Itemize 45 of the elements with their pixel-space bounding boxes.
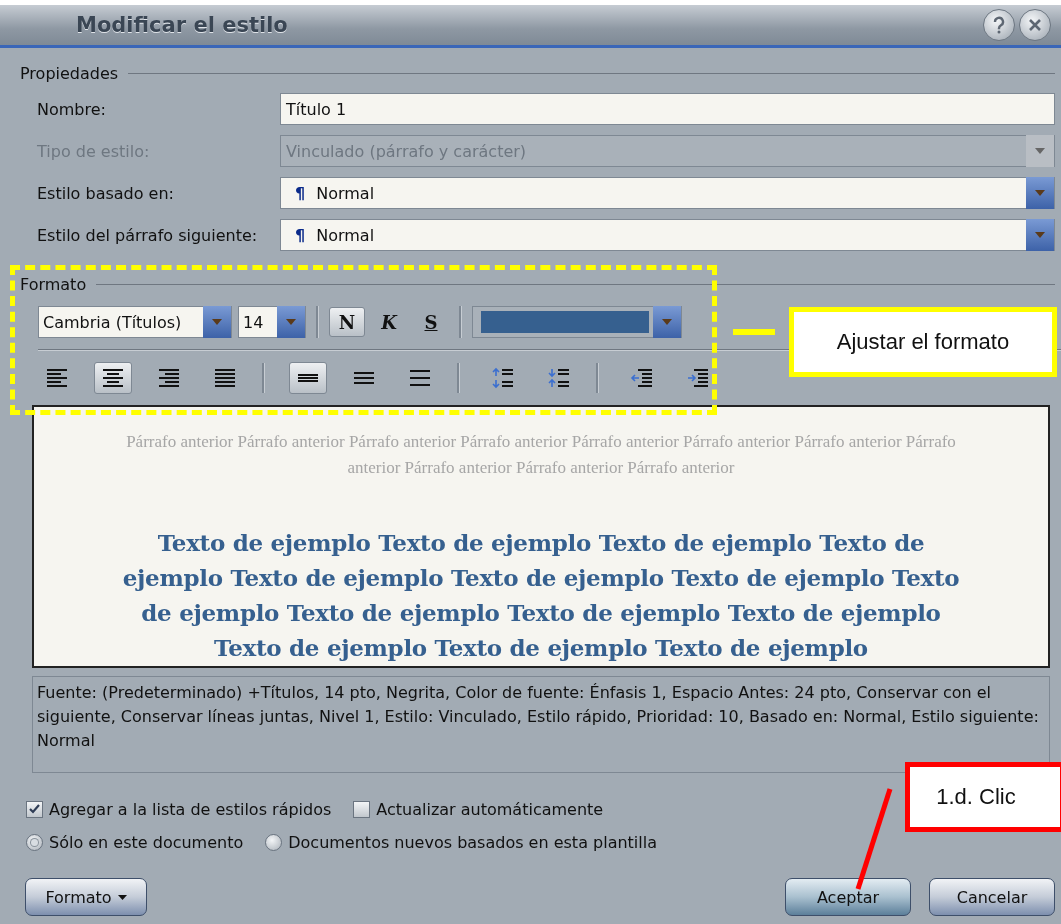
radio-label[interactable]: Documentos nuevos basados en esta plantilla bbox=[288, 832, 657, 852]
field-label: Estilo del párrafo siguiente: bbox=[37, 225, 259, 245]
underline-button[interactable]: S bbox=[413, 307, 449, 337]
color-dropdown[interactable] bbox=[472, 306, 682, 338]
preview-text: Párrafo anterior Párrafo anterior Párrafo anterior Párrafo anterior Párrafo anterior Párrafo anterior Párrafo anterior Párrafo anterior Párrafo anterior Párrafo anterior Párrafo anterior bbox=[125, 431, 957, 479]
increase-spacing-icon bbox=[491, 367, 515, 389]
close-icon[interactable] bbox=[1019, 9, 1051, 41]
section-heading: Propiedades bbox=[20, 63, 119, 83]
radio-button[interactable] bbox=[26, 833, 43, 851]
sample-text: Texto de ejemplo Texto de ejemplo Texto de ejemplo Texto de ejemplo Texto de ejemplo Texto de ejemplo Texto de ejemplo Texto de ejemplo Texto de ejemplo Texto de ejemplo Texto de ejemplo Texto de ejemplo Texto de ejemplo Texto de ejemplo bbox=[121, 528, 961, 663]
section-heading: Formato bbox=[20, 274, 87, 294]
size-dropdown[interactable]: 14 bbox=[238, 306, 306, 338]
single-spacing-button[interactable] bbox=[289, 362, 327, 394]
text-field[interactable]: Título 1 bbox=[280, 93, 1055, 125]
callout-box: 1.d. Clic bbox=[905, 762, 1061, 832]
justify-icon bbox=[213, 367, 237, 389]
dropdown[interactable]: ¶ Normal bbox=[280, 177, 1055, 209]
align-center-icon bbox=[101, 367, 125, 389]
double-spacing-icon bbox=[408, 367, 432, 389]
checkbox-label[interactable]: Agregar a la lista de estilos rápidos bbox=[49, 799, 332, 819]
italic-button[interactable]: K bbox=[371, 307, 407, 337]
radio-button[interactable] bbox=[265, 833, 283, 851]
increase-indent-icon bbox=[686, 367, 710, 389]
align-right-icon bbox=[157, 367, 181, 389]
dropdown[interactable]: ¶ Normal bbox=[280, 219, 1055, 251]
bold-button[interactable]: N bbox=[329, 307, 365, 337]
checkbox-label[interactable]: Actualizar automáticamente bbox=[376, 799, 604, 819]
checkbox[interactable] bbox=[353, 800, 371, 818]
field-label: Estilo basado en: bbox=[37, 183, 175, 203]
window-title: Modificar el estilo bbox=[76, 13, 289, 37]
decrease-spacing-icon bbox=[547, 367, 571, 389]
align-left-icon bbox=[45, 367, 69, 389]
accept-button[interactable]: Aceptar bbox=[785, 878, 911, 916]
font-dropdown[interactable]: Cambria (Títulos) bbox=[38, 306, 232, 338]
style-description: Fuente: (Predeterminado) +Títulos, 14 pto, Negrita, Color de fuente: Énfasis 1, Espacio Antes: 24 pto, Conservar con el siguiente, Conservar líneas juntas, Nivel 1, Estilo: Vinculado, Estilo rápido, Prioridad: 10, Basado en: Normal, Estilo siguiente: Normal bbox=[32, 676, 1050, 773]
align-center-button[interactable] bbox=[94, 362, 132, 394]
checkbox[interactable] bbox=[26, 800, 43, 818]
decrease-indent-icon bbox=[630, 367, 654, 389]
callout-box: Ajustar el formato bbox=[789, 307, 1057, 377]
field-label: Nombre: bbox=[37, 99, 107, 119]
cancel-button[interactable]: Cancelar bbox=[929, 878, 1055, 916]
radio-label[interactable]: Sólo en este documento bbox=[49, 832, 244, 852]
caret-icon bbox=[117, 894, 127, 900]
format-menu-button[interactable]: Formato bbox=[25, 878, 147, 916]
help-icon[interactable] bbox=[983, 9, 1015, 41]
